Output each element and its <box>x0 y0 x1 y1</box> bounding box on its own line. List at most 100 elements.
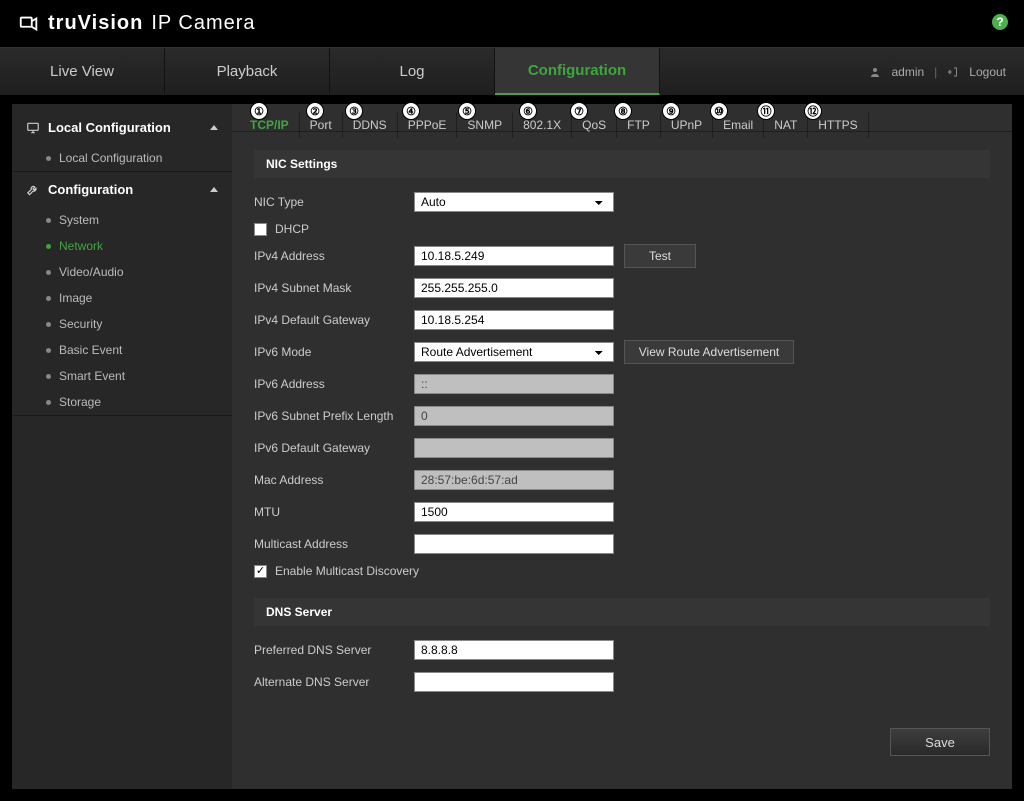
main-panel: ① ② ③ ④ ⑤ ⑥ ⑦ ⑧ ⑨ ⑩ ⑪ ⑫ TCP/IP Port DDNS… <box>232 104 1012 789</box>
nic-section-title: NIC Settings <box>254 150 990 178</box>
sidebar-item-image[interactable]: Image <box>12 285 232 311</box>
sidebar-item-label: Security <box>59 317 102 331</box>
ipv4-addr-label: IPv4 Address <box>254 249 404 263</box>
logout-link[interactable]: Logout <box>969 65 1006 79</box>
mtu-input[interactable] <box>414 502 614 522</box>
logout-icon <box>947 66 959 78</box>
nav-configuration[interactable]: Configuration <box>495 48 660 95</box>
user-sep: | <box>934 65 937 79</box>
sidebar-item-smart-event[interactable]: Smart Event <box>12 363 232 389</box>
monitor-icon <box>26 121 40 135</box>
mtu-label: MTU <box>254 505 404 519</box>
ipv6-addr-input <box>414 374 614 394</box>
subtab-qos[interactable]: QoS <box>572 112 617 138</box>
top-nav: Live View Playback Log Configuration adm… <box>0 48 1024 96</box>
ipv4-mask-label: IPv4 Subnet Mask <box>254 281 404 295</box>
nic-type-select[interactable]: Auto <box>414 192 614 212</box>
save-button[interactable]: Save <box>890 728 990 756</box>
sidebar-header-config[interactable]: Configuration <box>12 172 232 207</box>
sidebar-item-network[interactable]: Network <box>12 233 232 259</box>
nav-live-view[interactable]: Live View <box>0 48 165 95</box>
sidebar-item-system[interactable]: System <box>12 207 232 233</box>
ipv6-prefix-label: IPv6 Subnet Prefix Length <box>254 409 404 423</box>
subtab-8021x: 802.1X <box>513 112 572 138</box>
dns-section-title: DNS Server <box>254 598 990 626</box>
subtab-ddns[interactable]: DDNS <box>343 112 398 138</box>
mac-input <box>414 470 614 490</box>
mac-label: Mac Address <box>254 473 404 487</box>
ipv4-addr-input[interactable] <box>414 246 614 266</box>
bullet-icon <box>46 270 51 275</box>
sidebar-header-local-config-label: Local Configuration <box>48 120 171 135</box>
user-icon <box>869 66 881 78</box>
chevron-up-icon <box>210 125 218 130</box>
wrench-icon <box>26 183 40 197</box>
user-name: admin <box>891 65 924 79</box>
view-ra-button[interactable]: View Route Advertisement <box>624 340 794 364</box>
dhcp-checkbox[interactable] <box>254 223 267 236</box>
chevron-up-icon <box>210 187 218 192</box>
sidebar-item-basic-event[interactable]: Basic Event <box>12 337 232 363</box>
test-button[interactable]: Test <box>624 244 696 268</box>
nav-log[interactable]: Log <box>330 48 495 95</box>
ipv6-gw-input <box>414 438 614 458</box>
bullet-icon <box>46 322 51 327</box>
subtab-tcpip[interactable]: TCP/IP <box>240 112 300 138</box>
subtab-upnp[interactable]: UPnP <box>661 112 713 138</box>
sidebar-header-config-label: Configuration <box>48 182 133 197</box>
sidebar-item-local-config[interactable]: Local Configuration <box>12 145 232 171</box>
enable-multicast-checkbox[interactable] <box>254 565 267 578</box>
sidebar-header-local-config[interactable]: Local Configuration <box>12 110 232 145</box>
ipv4-gw-label: IPv4 Default Gateway <box>254 313 404 327</box>
sidebar-item-label: Local Configuration <box>59 151 162 165</box>
ipv6-addr-label: IPv6 Address <box>254 377 404 391</box>
sidebar-item-storage[interactable]: Storage <box>12 389 232 415</box>
user-area: admin | Logout <box>851 48 1024 95</box>
subtab-https[interactable]: HTTPS <box>808 112 868 138</box>
subtab-nat[interactable]: NAT <box>764 112 808 138</box>
sidebar-item-label: Basic Event <box>59 343 122 357</box>
pref-dns-input[interactable] <box>414 640 614 660</box>
bullet-icon <box>46 374 51 379</box>
sidebar-item-video-audio[interactable]: Video/Audio <box>12 259 232 285</box>
sidebar-item-label: System <box>59 213 99 227</box>
ipv6-gw-label: IPv6 Default Gateway <box>254 441 404 455</box>
bullet-icon <box>46 218 51 223</box>
multicast-label: Multicast Address <box>254 537 404 551</box>
nav-playback[interactable]: Playback <box>165 48 330 95</box>
subtab-port[interactable]: Port <box>300 112 343 138</box>
bullet-icon <box>46 400 51 405</box>
alt-dns-input[interactable] <box>414 672 614 692</box>
sidebar-item-label: Video/Audio <box>59 265 124 279</box>
sidebar-item-label: Image <box>59 291 92 305</box>
ipv6-prefix-input <box>414 406 614 426</box>
subtab-pppoe[interactable]: PPPoE <box>398 112 458 138</box>
pref-dns-label: Preferred DNS Server <box>254 643 404 657</box>
camera-icon <box>18 13 40 35</box>
brand-subtitle: IP Camera <box>151 12 255 35</box>
bullet-icon <box>46 348 51 353</box>
multicast-input[interactable] <box>414 534 614 554</box>
dhcp-label: DHCP <box>275 222 309 236</box>
subtabs: TCP/IP Port DDNS PPPoE SNMP 802.1X QoS F… <box>232 104 1012 132</box>
sidebar-item-security[interactable]: Security <box>12 311 232 337</box>
ipv6-mode-select[interactable]: Route Advertisement <box>414 342 614 362</box>
enable-multicast-label: Enable Multicast Discovery <box>275 564 419 578</box>
brand-name: truVision <box>48 12 143 35</box>
brand-logo: truVision IP Camera <box>18 12 256 35</box>
ipv6-mode-label: IPv6 Mode <box>254 345 404 359</box>
bullet-icon <box>46 244 51 249</box>
sidebar-item-label: Network <box>59 239 103 253</box>
subtab-email[interactable]: Email <box>713 112 764 138</box>
alt-dns-label: Alternate DNS Server <box>254 675 404 689</box>
sidebar: Local Configuration Local Configuration … <box>12 104 232 789</box>
bullet-icon <box>46 156 51 161</box>
subtab-ftp[interactable]: FTP <box>617 112 661 138</box>
ipv4-mask-input[interactable] <box>414 278 614 298</box>
bullet-icon <box>46 296 51 301</box>
sidebar-item-label: Storage <box>59 395 101 409</box>
ipv4-gw-input[interactable] <box>414 310 614 330</box>
subtab-snmp[interactable]: SNMP <box>457 112 513 138</box>
help-icon[interactable]: ? <box>992 14 1008 30</box>
brand-bar: truVision IP Camera ? <box>0 0 1024 48</box>
